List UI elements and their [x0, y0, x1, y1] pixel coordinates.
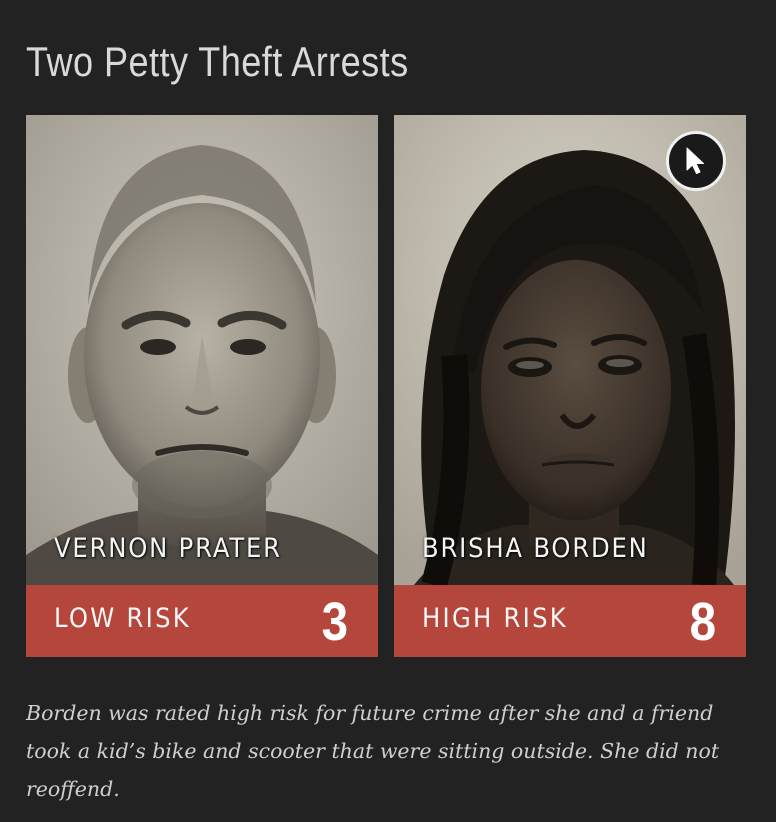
risk-bar: LOW RISK 3	[26, 585, 378, 657]
person-name: BRISHA BORDEN	[422, 533, 649, 564]
page-title: Two Petty Theft Arrests	[26, 38, 409, 85]
risk-score: 8	[689, 592, 716, 652]
risk-score: 3	[321, 592, 348, 652]
person-card-prater: VERNON PRATER LOW RISK 3	[26, 115, 378, 657]
risk-bar: HIGH RISK 8	[394, 585, 746, 657]
cursor-button[interactable]	[666, 131, 726, 191]
cursor-arrow-icon	[686, 147, 704, 174]
risk-label: LOW RISK	[54, 603, 191, 634]
caption-text: Borden was rated high risk for future cr…	[26, 701, 720, 801]
person-card-borden: BRISHA BORDEN HIGH RISK 8	[394, 115, 746, 657]
person-name: VERNON PRATER	[54, 533, 282, 564]
mugshot-photo	[26, 115, 378, 585]
risk-label: HIGH RISK	[422, 603, 568, 634]
